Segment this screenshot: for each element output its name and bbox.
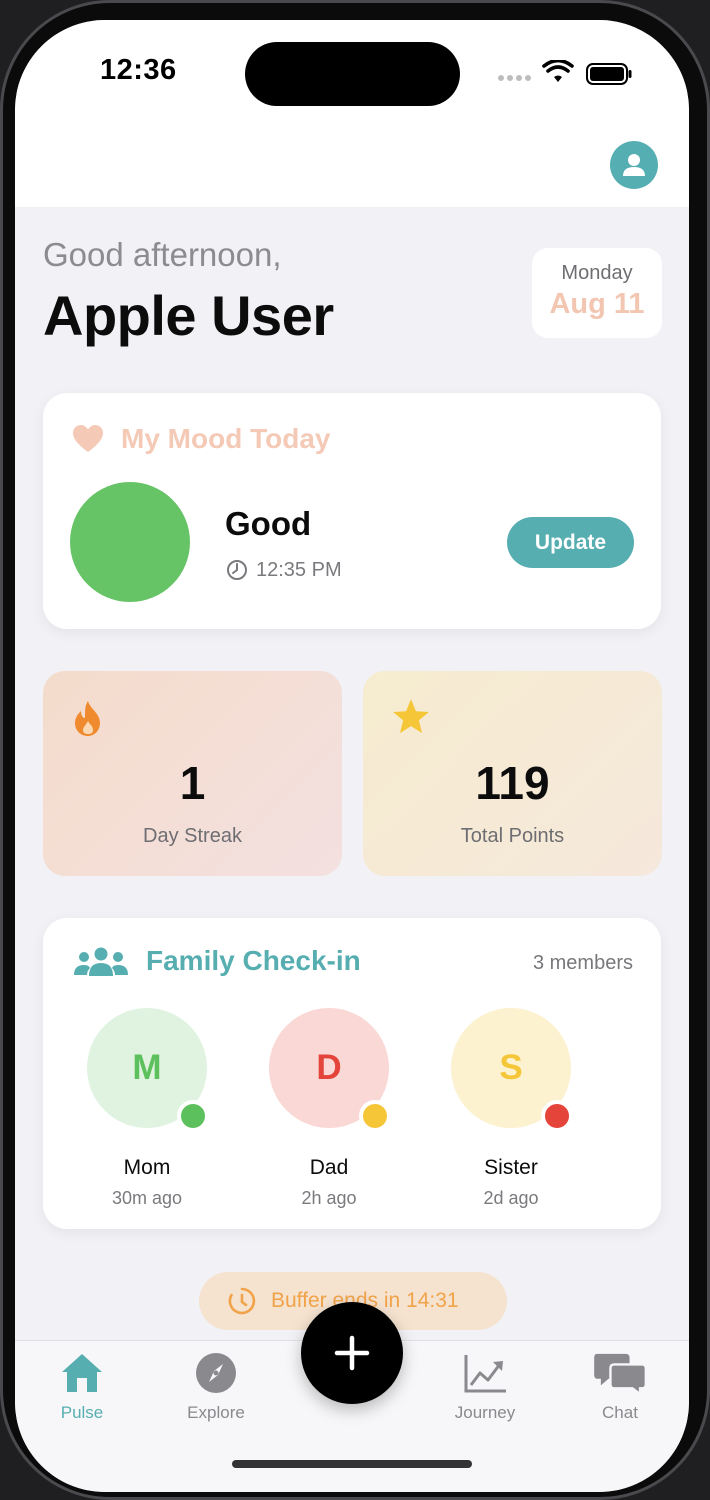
points-card[interactable]: 119 Total Points xyxy=(363,671,662,876)
points-value: 119 xyxy=(475,757,550,809)
timer-icon xyxy=(228,1287,256,1315)
member-dad[interactable]: D Dad 2h ago xyxy=(259,1008,399,1209)
star-icon xyxy=(393,699,429,734)
dynamic-island xyxy=(245,42,460,106)
tab-label: Journey xyxy=(454,1403,516,1422)
tab-pulse[interactable]: Pulse xyxy=(27,1351,137,1423)
member-sister[interactable]: S Sister 2d ago xyxy=(441,1008,581,1209)
date-value: Aug 11 xyxy=(549,288,645,320)
status-dot xyxy=(177,1100,209,1132)
battery-icon xyxy=(586,63,632,85)
home-indicator xyxy=(232,1460,472,1468)
tab-label: Chat xyxy=(602,1403,638,1422)
member-last-seen: 2d ago xyxy=(483,1188,539,1208)
member-last-seen: 2h ago xyxy=(301,1188,357,1208)
app-screen: 12:36 Good afternoon, Apple User Monday … xyxy=(15,20,689,1492)
member-last-seen: 30m ago xyxy=(111,1188,183,1208)
add-checkin-button[interactable] xyxy=(301,1302,403,1404)
update-mood-button[interactable]: Update xyxy=(507,517,634,568)
avatar: D xyxy=(269,1008,391,1132)
streak-label: Day Streak xyxy=(143,825,242,847)
points-label: Total Points xyxy=(460,825,565,847)
tab-chat[interactable]: Chat xyxy=(565,1351,675,1423)
member-initial: M xyxy=(132,1048,162,1087)
heart-icon xyxy=(73,425,103,452)
family-count: 3 members xyxy=(532,952,633,974)
profile-button[interactable] xyxy=(610,141,658,189)
compass-icon xyxy=(196,1353,236,1393)
tab-label: Pulse xyxy=(60,1403,104,1422)
flame-icon xyxy=(75,701,100,736)
chart-icon xyxy=(464,1355,506,1393)
plus-icon xyxy=(334,1335,370,1371)
status-bar: 12:36 xyxy=(15,20,689,207)
person-icon xyxy=(623,154,645,176)
streak-value: 1 xyxy=(179,757,206,809)
status-dot xyxy=(541,1100,573,1132)
status-dot xyxy=(359,1100,391,1132)
chat-bubbles-icon xyxy=(594,1353,648,1395)
member-mom[interactable]: M Mom 30m ago xyxy=(77,1008,217,1209)
user-name: Apple User xyxy=(43,284,334,347)
mood-indicator xyxy=(70,482,190,602)
wifi-icon xyxy=(542,60,574,82)
streak-card[interactable]: 1 Day Streak xyxy=(43,671,342,876)
avatar: S xyxy=(451,1008,573,1132)
family-checkin-card: Family Check-in 3 members M Mom 30m ago … xyxy=(43,918,661,1229)
mood-card: My Mood Today Good 12:35 PM Update xyxy=(43,393,661,629)
family-title: Family Check-in xyxy=(146,945,361,976)
mood-time: 12:35 PM xyxy=(256,559,342,581)
tab-journey[interactable]: Journey xyxy=(430,1351,540,1423)
mood-title: My Mood Today xyxy=(121,423,331,454)
date-day: Monday xyxy=(561,262,633,284)
avatar: M xyxy=(87,1008,209,1132)
tab-label: Explore xyxy=(187,1403,245,1422)
member-initial: S xyxy=(499,1048,523,1087)
group-icon xyxy=(74,947,128,976)
greeting-text: Good afternoon, xyxy=(43,236,282,273)
signal-icon xyxy=(498,75,531,81)
tab-explore[interactable]: Explore xyxy=(161,1351,271,1423)
mood-value: Good xyxy=(225,505,312,542)
member-name: Mom xyxy=(123,1156,171,1179)
date-card: Monday Aug 11 xyxy=(532,248,662,338)
member-initial: D xyxy=(316,1048,342,1087)
house-icon xyxy=(62,1354,102,1392)
clock-icon xyxy=(227,560,247,580)
status-time: 12:36 xyxy=(100,54,177,86)
member-name: Sister xyxy=(484,1156,538,1179)
member-name: Dad xyxy=(309,1156,349,1179)
